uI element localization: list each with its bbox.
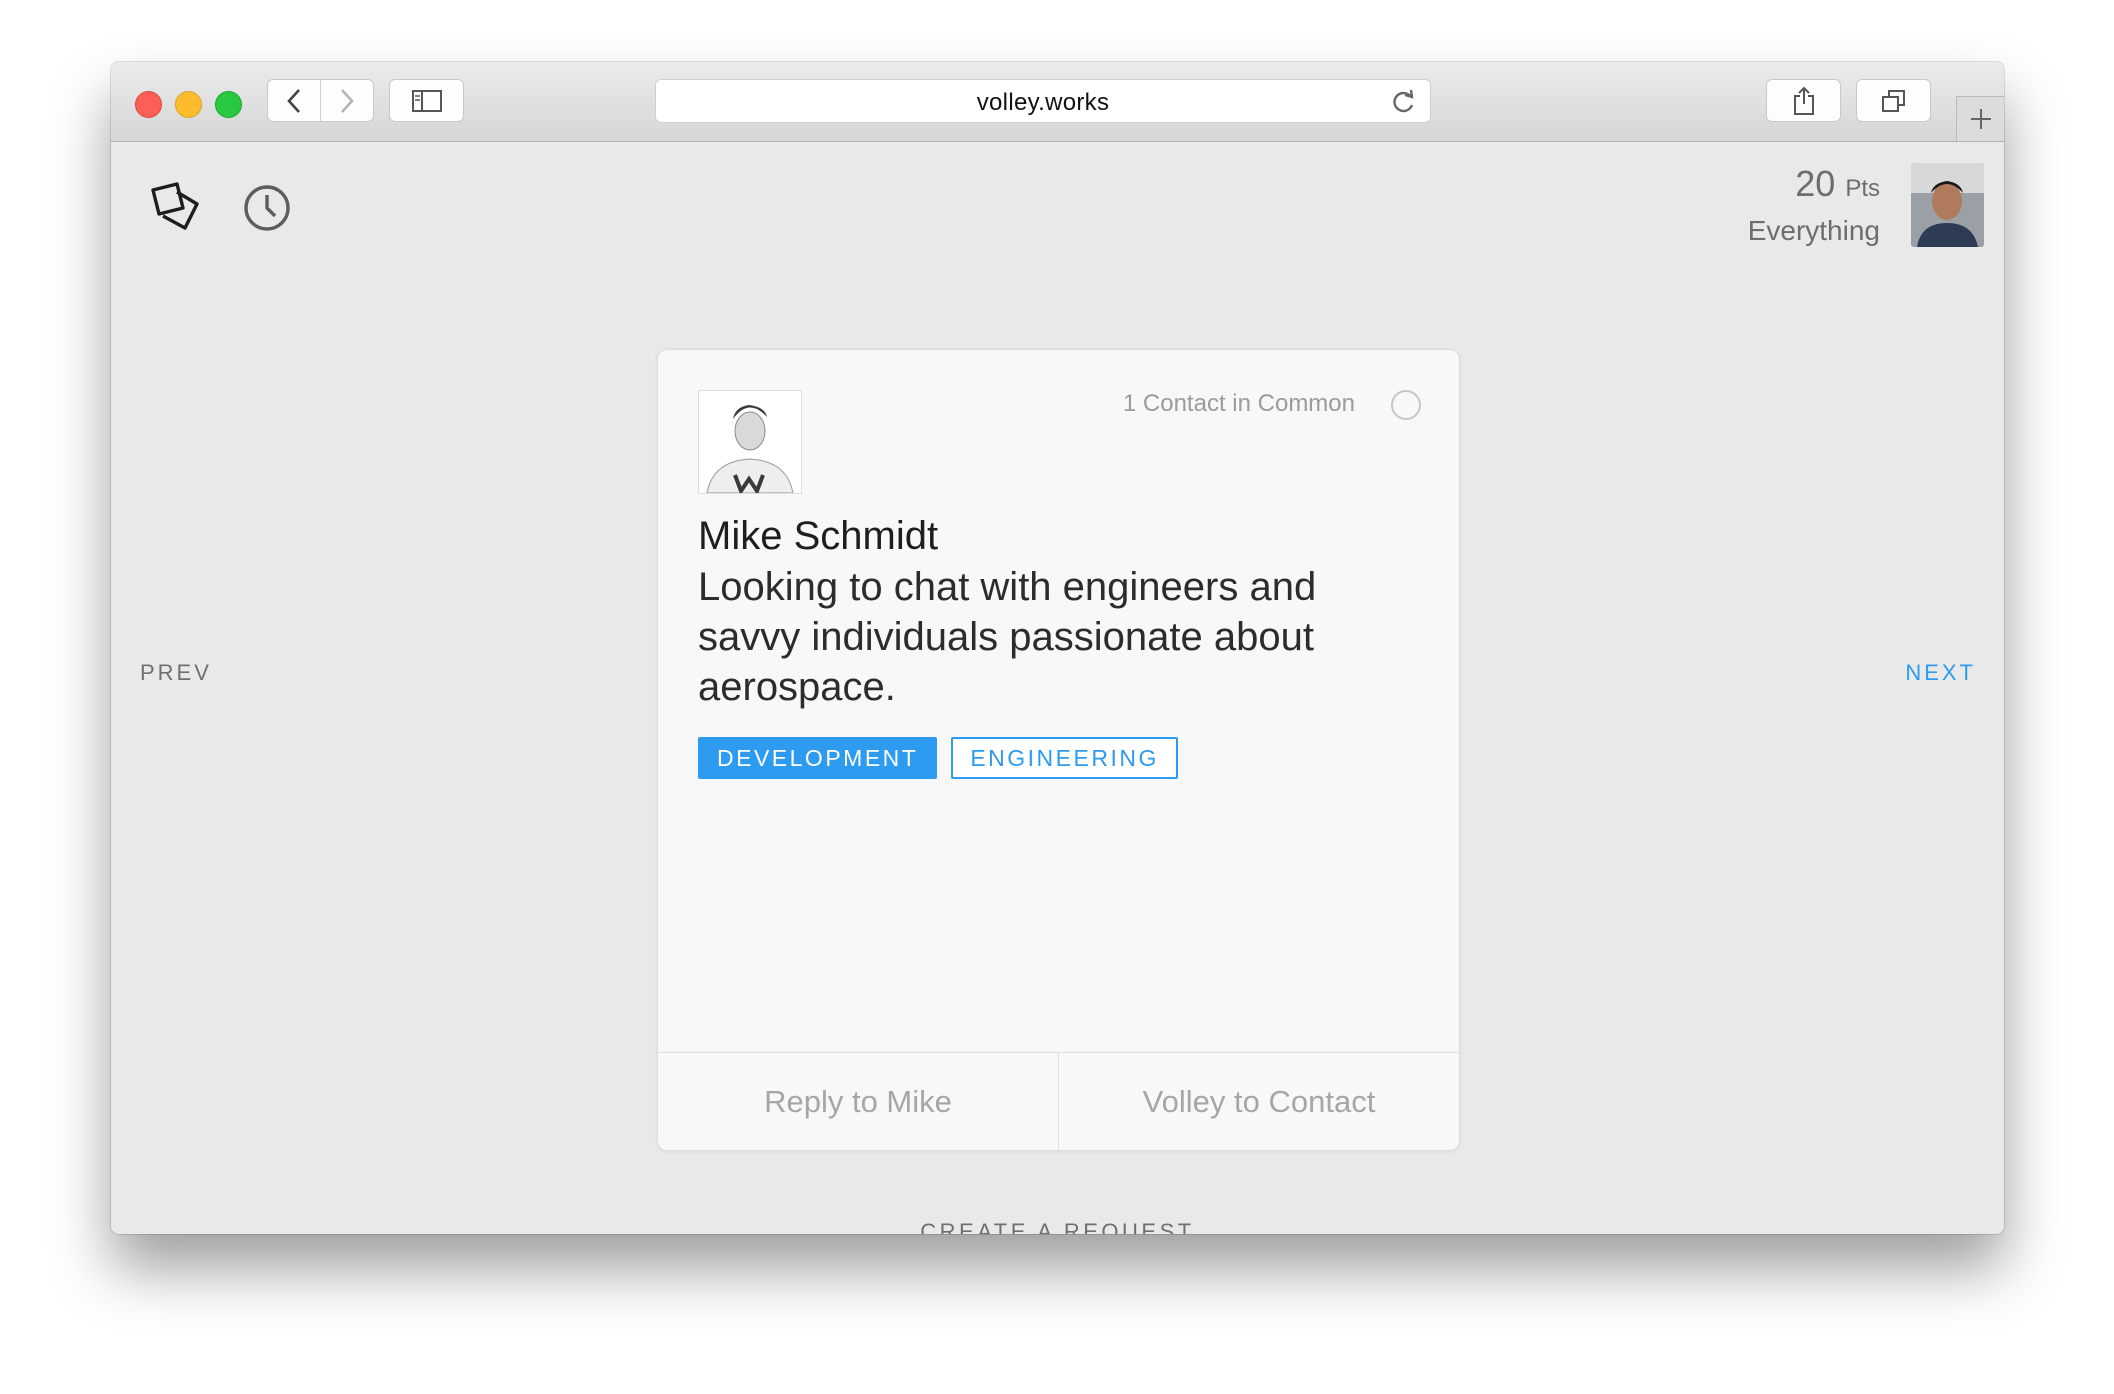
sidebar-icon <box>411 89 442 112</box>
card-actions: Reply to Mike Volley to Contact <box>658 1052 1459 1150</box>
requester-avatar-image <box>699 391 801 493</box>
create-request-button[interactable]: CREATE A REQUEST <box>111 1219 2004 1234</box>
user-avatar-image <box>1911 163 1984 247</box>
user-avatar[interactable] <box>1911 163 1984 247</box>
url-text: volley.works <box>976 89 1110 116</box>
tag-development[interactable]: DEVELOPMENT <box>698 737 938 779</box>
share-button[interactable] <box>1766 79 1841 122</box>
new-tab-button[interactable] <box>1956 96 2004 141</box>
tag-engineering[interactable]: ENGINEERING <box>951 737 1178 779</box>
close-window-button[interactable] <box>135 91 162 118</box>
browser-window: volley.works 20 Pts Everything PREV NEXT… <box>111 62 2004 1234</box>
contacts-in-common: 1 Contact in Common <box>1122 390 1355 417</box>
plus-icon <box>1970 109 1991 129</box>
request-card: 1 Contact in Common Mike Schmidt Looking… <box>657 349 1460 1151</box>
cards-icon[interactable] <box>147 180 203 236</box>
next-button[interactable]: NEXT <box>1905 660 1976 686</box>
request-description: Looking to chat with engineers and savvy… <box>698 565 1317 709</box>
browser-toolbar: volley.works <box>111 62 2004 142</box>
requester-name: Mike Schmidt <box>698 514 939 558</box>
volley-to-contact-button[interactable]: Volley to Contact <box>1058 1053 1459 1150</box>
zoom-window-button[interactable] <box>215 91 242 118</box>
points-unit: Pts <box>1845 175 1880 202</box>
page-content: 20 Pts Everything PREV NEXT 1 Contact in… <box>111 142 2004 1234</box>
points-value: 20 <box>1795 163 1836 204</box>
select-card-toggle[interactable] <box>1391 390 1421 420</box>
history-nav-group <box>267 79 374 122</box>
back-button[interactable] <box>268 80 321 121</box>
sidebar-toggle-button[interactable] <box>389 79 464 122</box>
prev-button[interactable]: PREV <box>140 660 212 686</box>
requester-avatar[interactable] <box>698 390 802 494</box>
tabs-icon <box>1881 89 1905 112</box>
tag-list: DEVELOPMENT ENGINEERING <box>698 737 1178 779</box>
clock-icon[interactable] <box>242 183 292 233</box>
minimize-window-button[interactable] <box>175 91 202 118</box>
reload-icon[interactable] <box>1390 88 1416 116</box>
tab-overview-button[interactable] <box>1856 79 1931 122</box>
chevron-right-icon <box>341 88 354 113</box>
chevron-left-icon <box>287 88 300 113</box>
reply-button[interactable]: Reply to Mike <box>658 1053 1058 1150</box>
forward-button[interactable] <box>321 80 373 121</box>
filter-label[interactable]: Everything <box>1748 211 1880 251</box>
address-bar[interactable]: volley.works <box>655 79 1431 123</box>
points-summary: 20 Pts Everything <box>1748 162 1880 251</box>
share-icon <box>1793 86 1814 115</box>
